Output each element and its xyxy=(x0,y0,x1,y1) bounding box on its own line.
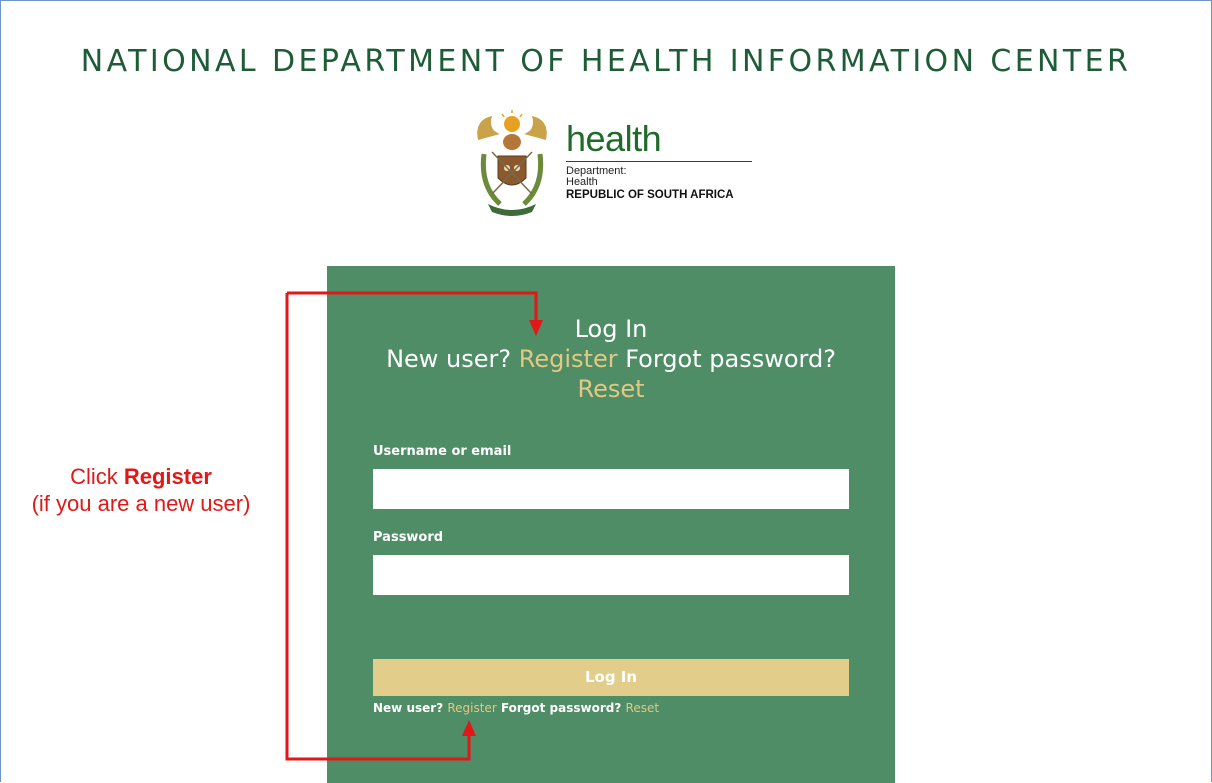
callout-prefix: Click xyxy=(70,464,124,489)
callout-note: (if you are a new user) xyxy=(31,491,251,516)
callout-line1: Click Register xyxy=(6,463,276,490)
annotation-arrows xyxy=(285,291,543,761)
annotation-callout: Click Register (if you are a new user) xyxy=(6,463,276,517)
callout-emphasis: Register xyxy=(123,464,212,489)
